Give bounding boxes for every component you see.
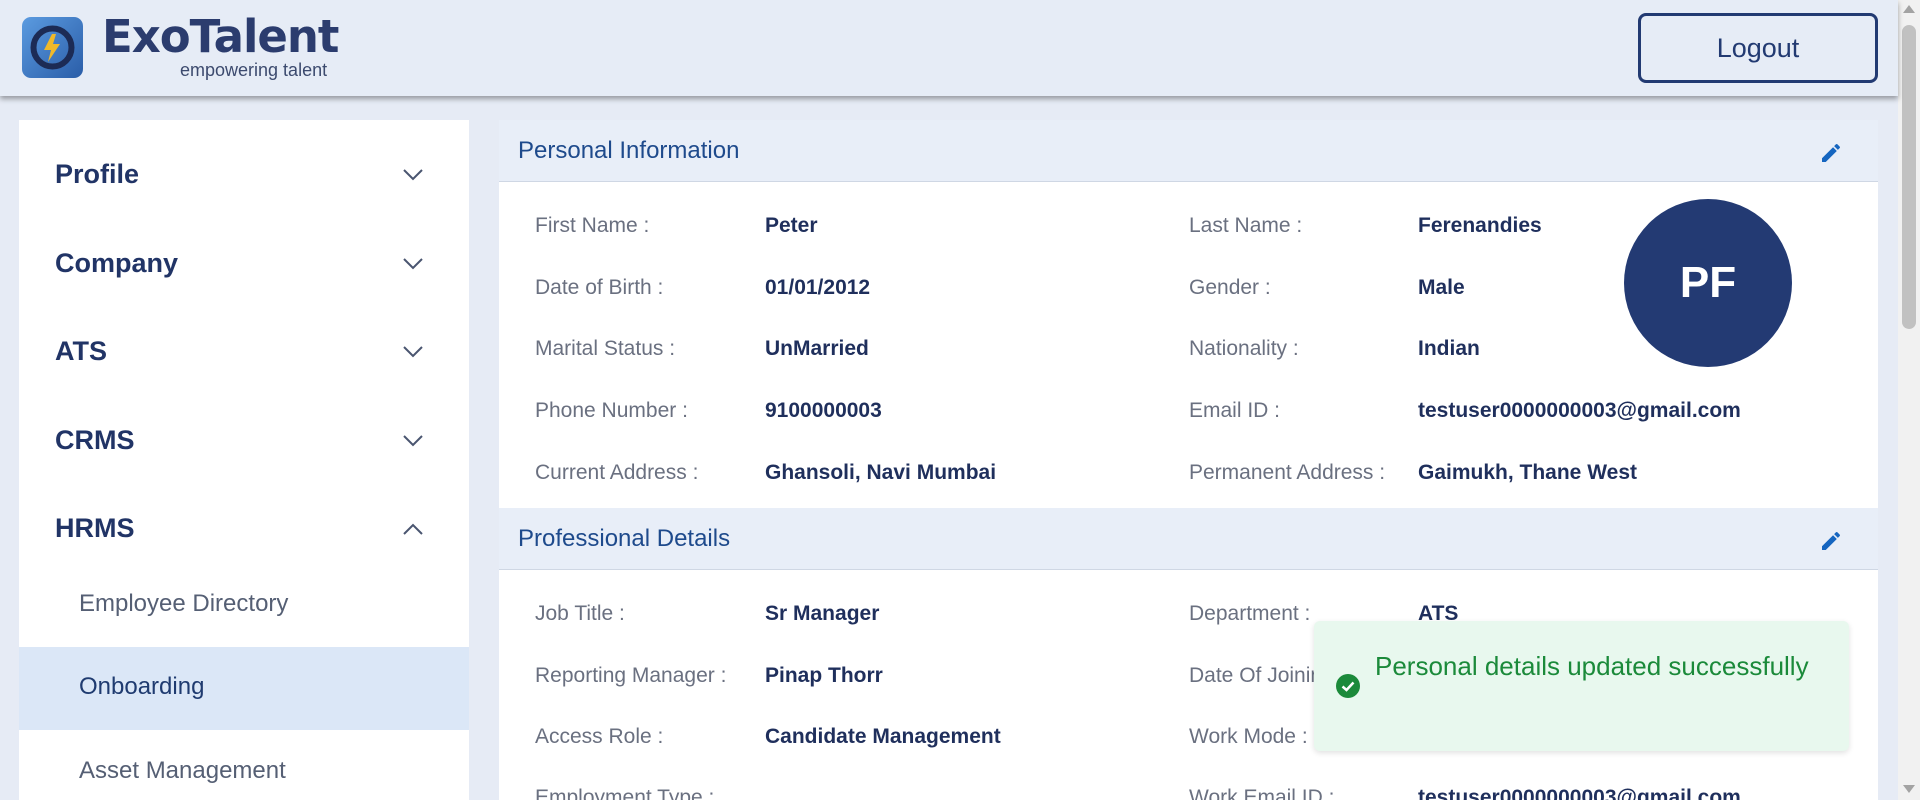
work-mode-label: Work Mode :	[1189, 725, 1308, 748]
success-toast: Personal details updated successfully	[1314, 621, 1849, 751]
sidebar-subitem-label: Asset Management	[79, 757, 286, 784]
section-title: Professional Details	[518, 525, 731, 552]
reporting-manager-value: Pinap Thorr	[765, 664, 883, 687]
dob-value: 01/01/2012	[765, 276, 871, 299]
toast-message: Personal details updated successfully	[1375, 651, 1809, 681]
scroll-thumb[interactable]	[1902, 25, 1916, 329]
exotalent-logo-icon	[22, 17, 83, 78]
chevron-down-icon	[403, 435, 423, 447]
chevron-down-icon	[403, 169, 423, 181]
phone-label: Phone Number :	[535, 399, 688, 422]
sidebar-item-employee-directory[interactable]: Employee Directory	[19, 564, 469, 647]
sidebar-subitem-label: Employee Directory	[79, 590, 289, 617]
sidebar-item-label: Profile	[55, 159, 140, 189]
personal-info-header: Personal Information	[499, 120, 1878, 182]
sidebar-item-crms[interactable]: CRMS	[19, 413, 469, 473]
edit-professional-icon[interactable]	[1819, 529, 1843, 553]
marital-status-label: Marital Status :	[535, 337, 676, 360]
permanent-address-value: Gaimukh, Thane West	[1418, 461, 1637, 484]
sidebar-item-label: CRMS	[55, 425, 135, 455]
check-circle-icon	[1336, 674, 1360, 698]
nationality-value: Indian	[1418, 337, 1480, 360]
page-scrollbar[interactable]	[1898, 0, 1920, 800]
sidebar-item-label: Company	[55, 248, 179, 278]
sidebar-subitem-label: Onboarding	[79, 673, 205, 700]
section-title: Personal Information	[518, 137, 740, 164]
sidebar: Profile Company ATS CRMS HRMS Employee D…	[19, 120, 469, 800]
employment-type-label: Employment Type :	[535, 786, 715, 800]
gender-label: Gender :	[1189, 276, 1271, 299]
work-email-value: testuser0000000003@gmail.com	[1418, 786, 1741, 800]
chevron-down-icon	[403, 258, 423, 270]
access-role-value: Candidate Management	[765, 725, 1001, 748]
email-label: Email ID :	[1189, 399, 1281, 422]
sidebar-item-profile[interactable]: Profile	[19, 147, 469, 207]
email-value: testuser0000000003@gmail.com	[1418, 399, 1741, 422]
work-email-label: Work Email ID :	[1189, 786, 1335, 800]
logout-button[interactable]: Logout	[1638, 13, 1878, 83]
sidebar-item-hrms[interactable]: HRMS	[19, 501, 469, 561]
permanent-address-label: Permanent Address :	[1189, 461, 1386, 484]
sidebar-item-company[interactable]: Company	[19, 236, 469, 296]
dob-label: Date of Birth :	[535, 276, 664, 299]
job-title-label: Job Title :	[535, 602, 625, 625]
first-name-value: Peter	[765, 214, 818, 237]
sidebar-item-asset-management[interactable]: Asset Management	[19, 731, 469, 800]
sidebar-item-onboarding[interactable]: Onboarding	[19, 647, 469, 730]
last-name-label: Last Name :	[1189, 214, 1303, 237]
gender-value: Male	[1418, 276, 1465, 299]
brand-name: ExoTalent	[102, 10, 339, 63]
chevron-down-icon	[403, 346, 423, 358]
phone-value: 9100000003	[765, 399, 882, 422]
current-address-value: Ghansoli, Navi Mumbai	[765, 461, 997, 484]
access-role-label: Access Role :	[535, 725, 664, 748]
job-title-value: Sr Manager	[765, 602, 880, 625]
avatar: PF	[1624, 199, 1792, 367]
sidebar-item-label: ATS	[55, 336, 107, 366]
edit-personal-icon[interactable]	[1819, 141, 1843, 165]
reporting-manager-label: Reporting Manager :	[535, 664, 727, 687]
professional-details-header: Professional Details	[499, 508, 1878, 570]
marital-status-value: UnMarried	[765, 337, 869, 360]
brand-tagline: empowering talent	[180, 60, 328, 80]
chevron-up-icon	[403, 523, 423, 535]
current-address-label: Current Address :	[535, 461, 699, 484]
scroll-up-arrow-icon[interactable]	[1903, 5, 1915, 13]
department-label: Department :	[1189, 602, 1311, 625]
nationality-label: Nationality :	[1189, 337, 1299, 360]
sidebar-item-ats[interactable]: ATS	[19, 324, 469, 384]
last-name-value: Ferenandies	[1418, 214, 1542, 237]
sidebar-item-label: HRMS	[55, 513, 135, 543]
scroll-down-arrow-icon[interactable]	[1903, 785, 1915, 793]
app-header: ExoTalent empowering talent Logout	[0, 0, 1898, 96]
brand: ExoTalent empowering talent	[102, 10, 339, 80]
first-name-label: First Name :	[535, 214, 650, 237]
